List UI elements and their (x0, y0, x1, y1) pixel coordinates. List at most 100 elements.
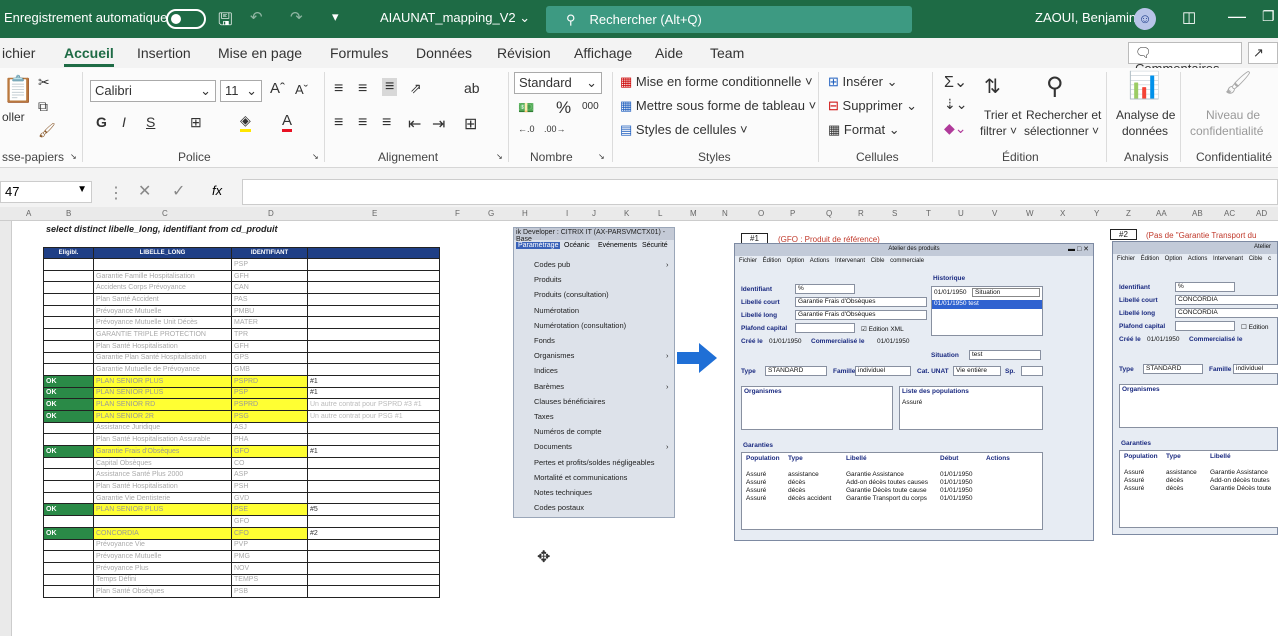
table-cell[interactable] (43, 538, 94, 552)
table-cell[interactable] (307, 258, 440, 271)
autosave-toggle[interactable] (166, 9, 206, 29)
table-cell[interactable] (307, 480, 440, 493)
align-left-icon[interactable]: ≡ (334, 114, 343, 132)
table-cell[interactable] (307, 269, 440, 283)
autosum-icon[interactable]: Σ⌄ (944, 72, 967, 92)
font-size-select[interactable]: 11 ⌄ (220, 80, 262, 102)
cancel-icon[interactable]: ✕ (138, 181, 151, 201)
libelle-court-field[interactable]: Garantie Frais d'Obsèques (795, 297, 927, 307)
menu-parametrage[interactable]: Paramétrage (516, 242, 561, 249)
citrix-menu-item[interactable]: Codes pub (534, 260, 570, 269)
alignment-launcher-icon[interactable]: ↘ (496, 152, 503, 161)
sort-filter-icon[interactable]: ⇅ (984, 74, 1001, 99)
align-bottom-icon[interactable]: ≡ (382, 78, 398, 96)
font-name-select[interactable]: Calibri ⌄ (90, 80, 216, 102)
population-value[interactable]: Assuré (902, 399, 922, 406)
table-cell[interactable]: OK (43, 386, 94, 400)
table-cell[interactable]: OK (43, 409, 94, 423)
garantie-cell[interactable]: 01/01/1950 (940, 471, 973, 478)
column-header-a[interactable]: A (26, 209, 31, 218)
share-button[interactable]: ↗ (1248, 42, 1278, 64)
window-controls-icon[interactable]: ▬ □ ✕ (1068, 245, 1089, 253)
plafond-field[interactable] (795, 323, 855, 333)
decrease-decimal-icon[interactable]: .00→ (544, 124, 566, 134)
table-cell[interactable]: PSPRD (231, 398, 308, 411)
table-cell[interactable]: TEMPS (231, 573, 308, 587)
table-cell[interactable]: MATER (231, 316, 308, 330)
table-cell[interactable]: Prévoyance Plus (93, 561, 232, 575)
table-cell[interactable] (307, 491, 440, 505)
edition-xml-checkbox[interactable]: ☐ Edition (1241, 323, 1269, 331)
table-cell[interactable] (307, 573, 440, 587)
table-cell[interactable]: PAS (231, 293, 308, 306)
format-cells-button[interactable]: ▦ Format ⌄ (828, 122, 900, 138)
fill-icon[interactable]: ⇣⌄ (944, 96, 967, 113)
table-cell[interactable]: PSE (231, 503, 308, 517)
table-cell[interactable]: PMBU (231, 304, 308, 318)
table-cell[interactable]: Plan Santé Accident (93, 293, 232, 306)
column-header-ab[interactable]: AB (1192, 209, 1203, 218)
table-cell[interactable] (43, 456, 94, 470)
copy-icon[interactable]: ⧉ (38, 98, 48, 115)
table-cell[interactable]: PSP (231, 258, 308, 271)
column-header-m[interactable]: M (690, 209, 697, 218)
table-cell[interactable] (307, 304, 440, 318)
citrix-menu-item[interactable]: Codes postaux (534, 503, 584, 512)
table-cell[interactable]: Garantie Frais d'Obsèques (93, 445, 232, 458)
table-cell[interactable] (307, 538, 440, 552)
table-cell[interactable]: Plan Santé Obsèques (93, 585, 232, 598)
tab-page-layout[interactable]: Mise en page (218, 45, 302, 61)
column-header-l[interactable]: L (658, 209, 662, 218)
column-header-ac[interactable]: AC (1224, 209, 1235, 218)
situation-field[interactable]: test (969, 350, 1041, 360)
tab-home[interactable]: Accueil (64, 45, 114, 67)
table-cell[interactable]: OK (43, 398, 94, 411)
table-cell[interactable]: GARANTIE TRIPLE PROTECTION (93, 328, 232, 341)
column-header-d[interactable]: D (268, 209, 274, 218)
table-cell[interactable] (43, 480, 94, 493)
table-cell[interactable] (43, 339, 94, 353)
column-header-x[interactable]: X (1060, 209, 1065, 218)
sensitivity-icon[interactable]: 🖌 (1224, 70, 1252, 96)
citrix-menu-item[interactable]: Produits (534, 275, 562, 284)
table-cell[interactable] (307, 585, 440, 598)
table-cell[interactable]: GFO (231, 515, 308, 528)
table-cell[interactable] (307, 351, 440, 365)
decrease-font-icon[interactable]: Aˇ (295, 82, 308, 97)
table-cell[interactable] (43, 351, 94, 365)
column-header-t[interactable]: T (926, 209, 931, 218)
table-cell[interactable] (307, 550, 440, 563)
fill-color-icon[interactable]: ◈ (240, 112, 251, 132)
menu-oceanic[interactable]: Océanic (564, 242, 590, 249)
garantie-cell[interactable]: Garantie Transport du corps (846, 495, 927, 502)
tab-file[interactable]: ichier (2, 45, 35, 61)
table-cell[interactable] (307, 293, 440, 306)
table-cell[interactable]: PHA (231, 433, 308, 446)
table-cell[interactable]: Prévoyance Mutuelle (93, 550, 232, 563)
italic-icon[interactable]: I (122, 114, 126, 130)
garantie-cell[interactable]: Assuré (1124, 485, 1144, 492)
garantie-cell[interactable]: Garantie Assistance (846, 471, 904, 478)
table-cell[interactable]: #1 (307, 445, 440, 458)
paste-icon[interactable]: 📋 (2, 74, 34, 105)
hist-row-selected[interactable]: 01/01/1950 test (932, 300, 1042, 309)
table-cell[interactable]: GPS (231, 351, 308, 365)
column-header-w[interactable]: W (1026, 209, 1034, 218)
table-cell[interactable]: GMB (231, 363, 308, 376)
column-header-y[interactable]: Y (1094, 209, 1099, 218)
thousands-icon[interactable]: 000 (582, 101, 599, 112)
table-cell[interactable] (43, 293, 94, 306)
column-header-s[interactable]: S (892, 209, 897, 218)
table-cell[interactable]: Prévoyance Mutuelle Unit Décès (93, 316, 232, 330)
table-cell[interactable]: CO (231, 456, 308, 470)
avatar[interactable]: ☺ (1134, 8, 1156, 30)
column-header-o[interactable]: O (758, 209, 764, 218)
citrix-menu-item[interactable]: Clauses bénéficiaires (534, 397, 605, 406)
table-cell[interactable]: GFH (231, 339, 308, 353)
libelle-court-field[interactable]: CONCORDIA (1175, 295, 1278, 305)
search-box[interactable]: ⚲ Rechercher (Alt+Q) (546, 6, 912, 33)
menu-evenements[interactable]: Evénements (598, 242, 637, 249)
table-cell[interactable] (43, 433, 94, 446)
table-cell[interactable] (43, 550, 94, 563)
hist-situation-select[interactable]: Situation (972, 288, 1040, 297)
